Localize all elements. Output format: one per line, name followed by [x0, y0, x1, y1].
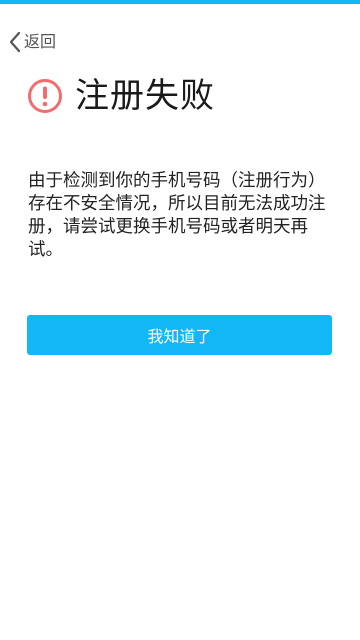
chevron-left-icon — [8, 31, 22, 53]
alert-circle-icon — [27, 78, 63, 114]
page-header: 注册失败 — [27, 74, 215, 118]
back-button[interactable]: 返回 — [8, 28, 56, 56]
page-title: 注册失败 — [75, 76, 215, 116]
error-message: 由于检测到你的手机号码（注册行为）存在不安全情况，所以目前无法成功注册，请尝试更… — [28, 171, 326, 260]
confirm-button[interactable]: 我知道了 — [27, 315, 332, 355]
back-label: 返回 — [24, 32, 57, 51]
top-accent-bar — [0, 0, 360, 4]
